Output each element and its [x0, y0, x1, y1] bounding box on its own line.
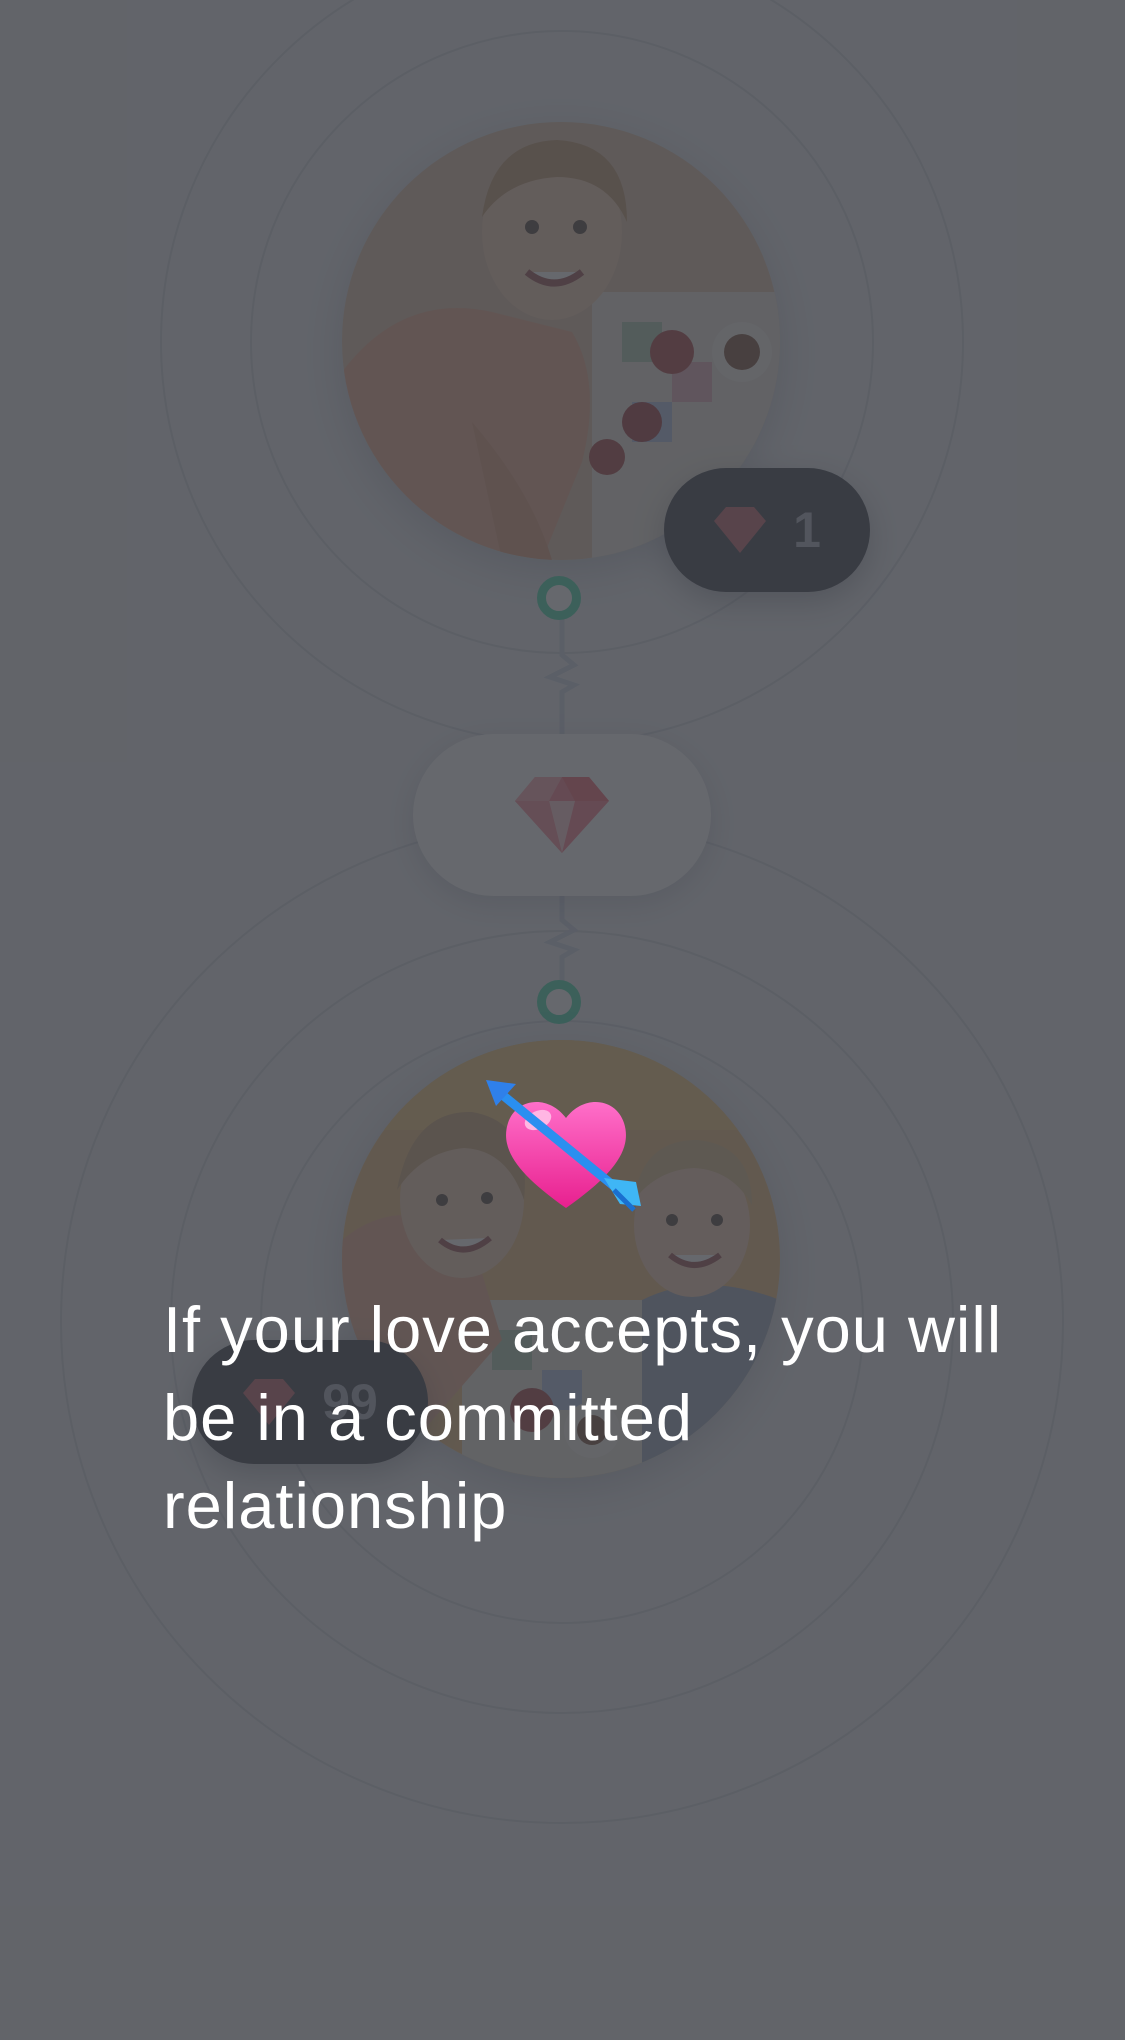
onboarding-message: If your love accepts, you will be in a c…: [163, 1293, 1003, 1542]
heart-with-arrow-icon: [486, 1080, 641, 1212]
onboarding-overlay[interactable]: [0, 0, 1125, 2040]
match-screen: 1: [0, 0, 1125, 2040]
